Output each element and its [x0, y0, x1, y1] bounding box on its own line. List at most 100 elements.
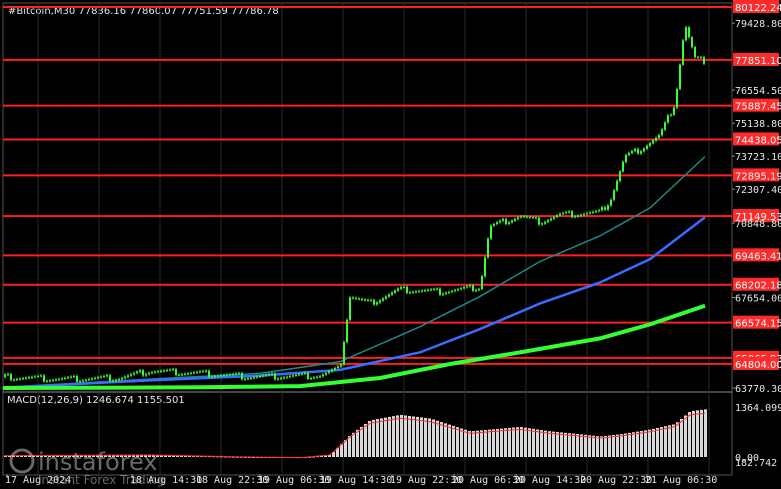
candle-body — [580, 214, 582, 216]
macd-bar — [648, 429, 651, 457]
candle-body — [268, 374, 270, 376]
macd-bar — [512, 427, 515, 457]
candle-body — [19, 378, 21, 380]
macd-bar — [484, 429, 487, 457]
candle-body — [361, 299, 363, 301]
candle-body — [94, 377, 96, 379]
candle-body — [76, 375, 78, 382]
candle-body — [394, 290, 396, 293]
candle-body — [142, 370, 144, 376]
candle-body — [280, 378, 282, 380]
macd-bar — [700, 409, 703, 457]
candle-body — [451, 290, 453, 292]
macd-bar — [408, 415, 411, 457]
macd-bar — [480, 430, 483, 457]
candle-body — [88, 379, 90, 381]
candle-body — [637, 149, 639, 154]
macd-bar — [688, 412, 691, 457]
candle-body — [184, 373, 186, 375]
candle-body — [658, 135, 660, 138]
macd-bar — [432, 419, 435, 457]
price-tick-label: 75138.80 — [735, 119, 781, 130]
candle-body — [514, 218, 516, 221]
macd-bar — [624, 433, 627, 457]
price-level-label: 77851.10 — [735, 56, 781, 67]
macd-bar — [412, 416, 415, 457]
macd-bar — [572, 433, 575, 457]
candle-body — [412, 291, 414, 293]
macd-bar — [676, 422, 679, 457]
candle-body — [571, 211, 573, 218]
candle-body — [421, 290, 423, 292]
macd-bar — [436, 420, 439, 457]
candle-body — [121, 378, 123, 380]
macd-bar — [696, 410, 699, 457]
candle-body — [13, 379, 15, 381]
candle-body — [22, 378, 24, 380]
trading-chart[interactable]: #Bitcoin,M30 77836.16 77860.07 77751.59 … — [0, 0, 781, 489]
candle-body — [199, 371, 201, 373]
candle-body — [376, 302, 378, 305]
macd-bar — [368, 421, 371, 457]
candle-body — [589, 212, 591, 214]
macd-bar — [600, 436, 603, 457]
candle-body — [547, 220, 549, 222]
candle-body — [226, 374, 228, 376]
price-chart-canvas[interactable]: #Bitcoin,M30 77836.16 77860.07 77751.59 … — [0, 0, 781, 489]
macd-bar — [504, 428, 507, 457]
candle-body — [265, 374, 267, 376]
macd-bar — [564, 432, 567, 457]
candle-body — [145, 374, 147, 376]
candle-body — [505, 219, 507, 224]
candle-body — [247, 378, 249, 380]
candle-body — [217, 375, 219, 377]
candle-body — [520, 216, 522, 218]
candle-body — [373, 300, 375, 305]
candle-body — [364, 299, 366, 301]
price-level-label: 72895.19 — [735, 171, 781, 182]
support-resistance-lines[interactable] — [3, 6, 732, 365]
candle-body — [49, 380, 51, 382]
price-level-label: 68202.18 — [735, 281, 781, 292]
candle-body — [418, 291, 420, 293]
candle-body — [700, 57, 702, 59]
candle-body — [610, 199, 612, 206]
candle-body — [688, 27, 690, 38]
macd-bar — [536, 429, 539, 457]
candle-body — [523, 216, 525, 218]
macd-bar — [684, 415, 687, 457]
candle-body — [592, 211, 594, 213]
macd-bar — [576, 433, 579, 457]
time-axis-label: 19 Aug 14:30 — [320, 475, 392, 486]
candle-body — [301, 373, 303, 375]
candle-body — [673, 107, 675, 115]
macd-bar — [524, 427, 527, 457]
candle-body — [67, 377, 69, 379]
candle-body — [598, 210, 600, 212]
candle-body — [634, 149, 636, 152]
macd-axis-label: 182.742 — [735, 458, 777, 469]
candle-body — [697, 57, 699, 59]
macd-bar — [632, 432, 635, 457]
candle-body — [253, 377, 255, 379]
macd-bar — [548, 431, 551, 457]
candle-body — [478, 288, 480, 290]
candle-body — [385, 296, 387, 299]
candle-body — [544, 221, 546, 224]
macd-bar — [556, 432, 559, 457]
candle-body — [502, 219, 504, 221]
price-tick-label: 63770.30 — [735, 384, 781, 395]
candle-body — [271, 373, 273, 375]
moving-averages — [2, 156, 706, 391]
candle-body — [163, 370, 165, 372]
candle-body — [496, 222, 498, 224]
candle-body — [328, 371, 330, 373]
candle-body — [661, 129, 663, 136]
macd-bar — [460, 428, 463, 457]
macd-bar — [472, 431, 475, 457]
macd-bar — [488, 429, 491, 457]
macd-bar — [424, 417, 427, 457]
candle-body — [652, 140, 654, 144]
price-axis: 80122.24 79428.80 77851.10 76554.50 75887.45… — [732, 0, 781, 395]
macd-bar — [612, 435, 615, 457]
